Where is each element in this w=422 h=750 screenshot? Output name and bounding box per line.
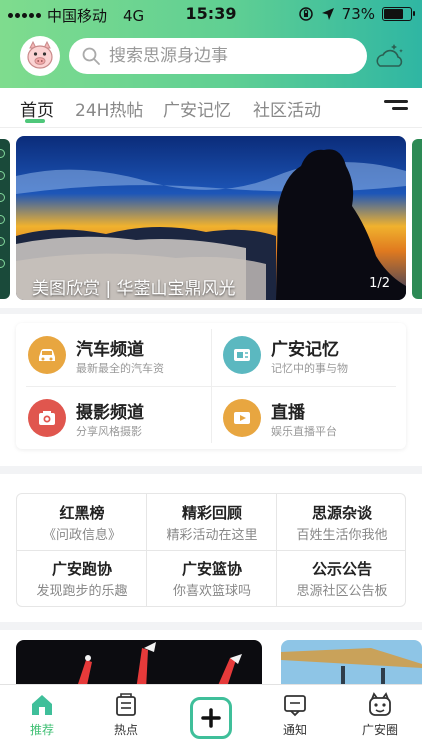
tab-24h-hot[interactable]: 24H热帖 (75, 96, 143, 121)
group-title: 公示公告 (311, 560, 372, 578)
live-icon (223, 399, 261, 437)
battery-percent: 73% (341, 5, 375, 23)
tab-home[interactable]: 首页 (20, 96, 54, 121)
channel-car[interactable]: 汽车频道 最新最全的汽车资 (16, 323, 211, 386)
nav-guangan-circle[interactable]: 广安圈 (350, 691, 410, 738)
search-input[interactable] (109, 46, 359, 66)
side-banner-right[interactable] (412, 139, 422, 299)
group-red-black-list[interactable]: 红黑榜 《问政信息》 (17, 494, 147, 550)
group-subtitle: 《问政信息》 (42, 528, 121, 543)
home-icon (32, 695, 52, 715)
group-basketball-club[interactable]: 广安篮协 你喜欢篮球吗 (147, 550, 277, 606)
dance-performance-image (16, 640, 262, 690)
channel-title: 直播 (271, 403, 305, 423)
orientation-lock-icon (298, 7, 313, 21)
group-running-club[interactable]: 广安跑协 发现跑步的乐趣 (17, 550, 147, 606)
group-subtitle: 百姓生活你我他 (296, 528, 388, 543)
channel-subtitle: 记忆中的事与物 (271, 362, 348, 375)
group-highlights[interactable]: 精彩回顾 精彩活动在这里 (147, 494, 277, 550)
create-post-button[interactable] (190, 697, 232, 739)
group-subtitle: 思源社区公告板 (296, 584, 388, 599)
channel-title: 汽车频道 (76, 340, 144, 360)
nav-label: 广安圈 (361, 723, 398, 737)
pig-avatar-icon (27, 40, 53, 69)
menu-icon[interactable] (384, 100, 408, 116)
group-title: 广安跑协 (51, 560, 112, 578)
channel-live[interactable]: 直播 娱乐直播平台 (211, 386, 406, 449)
camera-icon (28, 399, 66, 437)
group-subtitle: 你喜欢篮球吗 (172, 584, 251, 599)
car-icon (28, 336, 66, 374)
channel-grid: 汽车频道 最新最全的汽车资 广安记忆 记忆中的事与物 摄影频道 分享风格摄影 直… (16, 323, 406, 449)
plus-icon (201, 708, 221, 728)
battery-icon (382, 7, 415, 21)
group-subtitle: 精彩活动在这里 (166, 528, 258, 543)
nav-notifications[interactable]: 通知 (265, 691, 325, 738)
channel-subtitle: 最新最全的汽车资 (76, 362, 164, 375)
group-title: 精彩回顾 (181, 504, 242, 522)
feed-card[interactable] (281, 640, 422, 690)
search-bar[interactable] (69, 38, 367, 74)
channel-title: 摄影频道 (76, 403, 144, 423)
memory-icon (223, 336, 261, 374)
group-title: 红黑榜 (59, 504, 105, 522)
notification-icon (284, 695, 306, 717)
group-siyuan-talk[interactable]: 思源杂谈 百姓生活你我他 (277, 494, 407, 550)
feed-card[interactable] (16, 640, 262, 690)
nav-label: 热点 (113, 723, 138, 737)
divider (26, 386, 396, 387)
banner-page-indicator: 1/2 (369, 276, 390, 291)
active-tab-indicator (25, 119, 45, 123)
circle-icon (369, 692, 391, 716)
hot-icon (116, 693, 136, 716)
side-banner-left[interactable] (0, 139, 10, 299)
weather-night-icon[interactable] (374, 40, 406, 72)
banner-caption: 美图欣赏 | 华蓥山宝鼎风光 (32, 279, 236, 299)
channel-photography[interactable]: 摄影频道 分享风格摄影 (16, 386, 211, 449)
nav-recommend[interactable]: 推荐 (12, 691, 72, 738)
group-title: 广安篮协 (181, 560, 242, 578)
channel-memory[interactable]: 广安记忆 记忆中的事与物 (211, 323, 406, 386)
tab-guangan-memory[interactable]: 广安记忆 (163, 96, 231, 121)
location-icon (321, 8, 334, 20)
divider (17, 550, 405, 551)
pavilion-image (281, 640, 422, 690)
category-tabs: 首页 24H热帖 广安记忆 社区活动 (0, 88, 422, 128)
group-announcements[interactable]: 公示公告 思源社区公告板 (277, 550, 407, 606)
channel-title: 广安记忆 (271, 340, 339, 360)
nav-label: 推荐 (29, 723, 54, 737)
status-bar: 中国移动 4G 15:39 73% (0, 0, 422, 28)
banner-carousel[interactable]: 美图欣赏 | 华蓥山宝鼎风光 1/2 (16, 136, 406, 300)
group-title: 思源杂谈 (311, 504, 372, 522)
battery-fill (384, 9, 403, 19)
nav-hot[interactable]: 热点 (96, 691, 156, 738)
search-icon (82, 47, 100, 65)
nav-label: 通知 (282, 723, 307, 737)
avatar[interactable] (20, 36, 60, 76)
app-header: 中国移动 4G 15:39 73% (0, 0, 422, 88)
channel-subtitle: 娱乐直播平台 (271, 425, 337, 438)
group-grid: 红黑榜 《问政信息》 精彩回顾 精彩活动在这里 思源杂谈 百姓生活你我他 广安跑… (16, 493, 406, 607)
tab-community-events[interactable]: 社区活动 (253, 96, 321, 121)
channel-subtitle: 分享风格摄影 (76, 425, 142, 438)
bottom-nav: 推荐 热点 通知 广安圈 (0, 684, 422, 750)
group-subtitle: 发现跑步的乐趣 (36, 584, 128, 599)
